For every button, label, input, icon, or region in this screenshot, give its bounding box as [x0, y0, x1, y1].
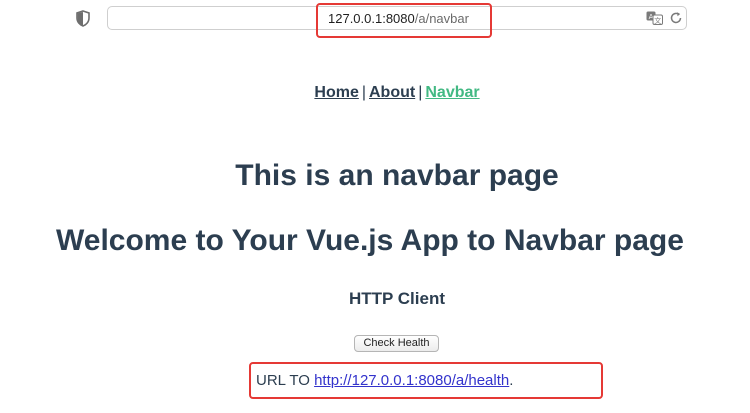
- translate-icon[interactable]: A 文: [646, 11, 663, 25]
- svg-text:文: 文: [654, 16, 661, 25]
- http-client-heading: HTTP Client: [348, 289, 446, 308]
- nav-separator: |: [418, 84, 423, 101]
- browser-page: 127.0.0.1:8080/a/navbar A 文 Home | About | N…: [0, 0, 750, 413]
- link-highlight-box: [249, 362, 603, 399]
- shield-icon[interactable]: [75, 10, 91, 27]
- url-highlight-box: [316, 3, 492, 38]
- welcome-heading: Welcome to Your Vue.js App to Navbar pag…: [56, 224, 684, 257]
- nav-link-about[interactable]: About: [369, 84, 415, 101]
- page-title: This is an navbar page: [235, 159, 559, 192]
- check-health-button[interactable]: Check Health: [354, 335, 439, 352]
- nav-link-navbar[interactable]: Navbar: [425, 84, 479, 101]
- reload-icon[interactable]: [669, 11, 683, 25]
- nav-link-home[interactable]: Home: [314, 84, 358, 101]
- app-nav: Home | About | Navbar: [0, 84, 750, 102]
- nav-separator: |: [361, 84, 366, 101]
